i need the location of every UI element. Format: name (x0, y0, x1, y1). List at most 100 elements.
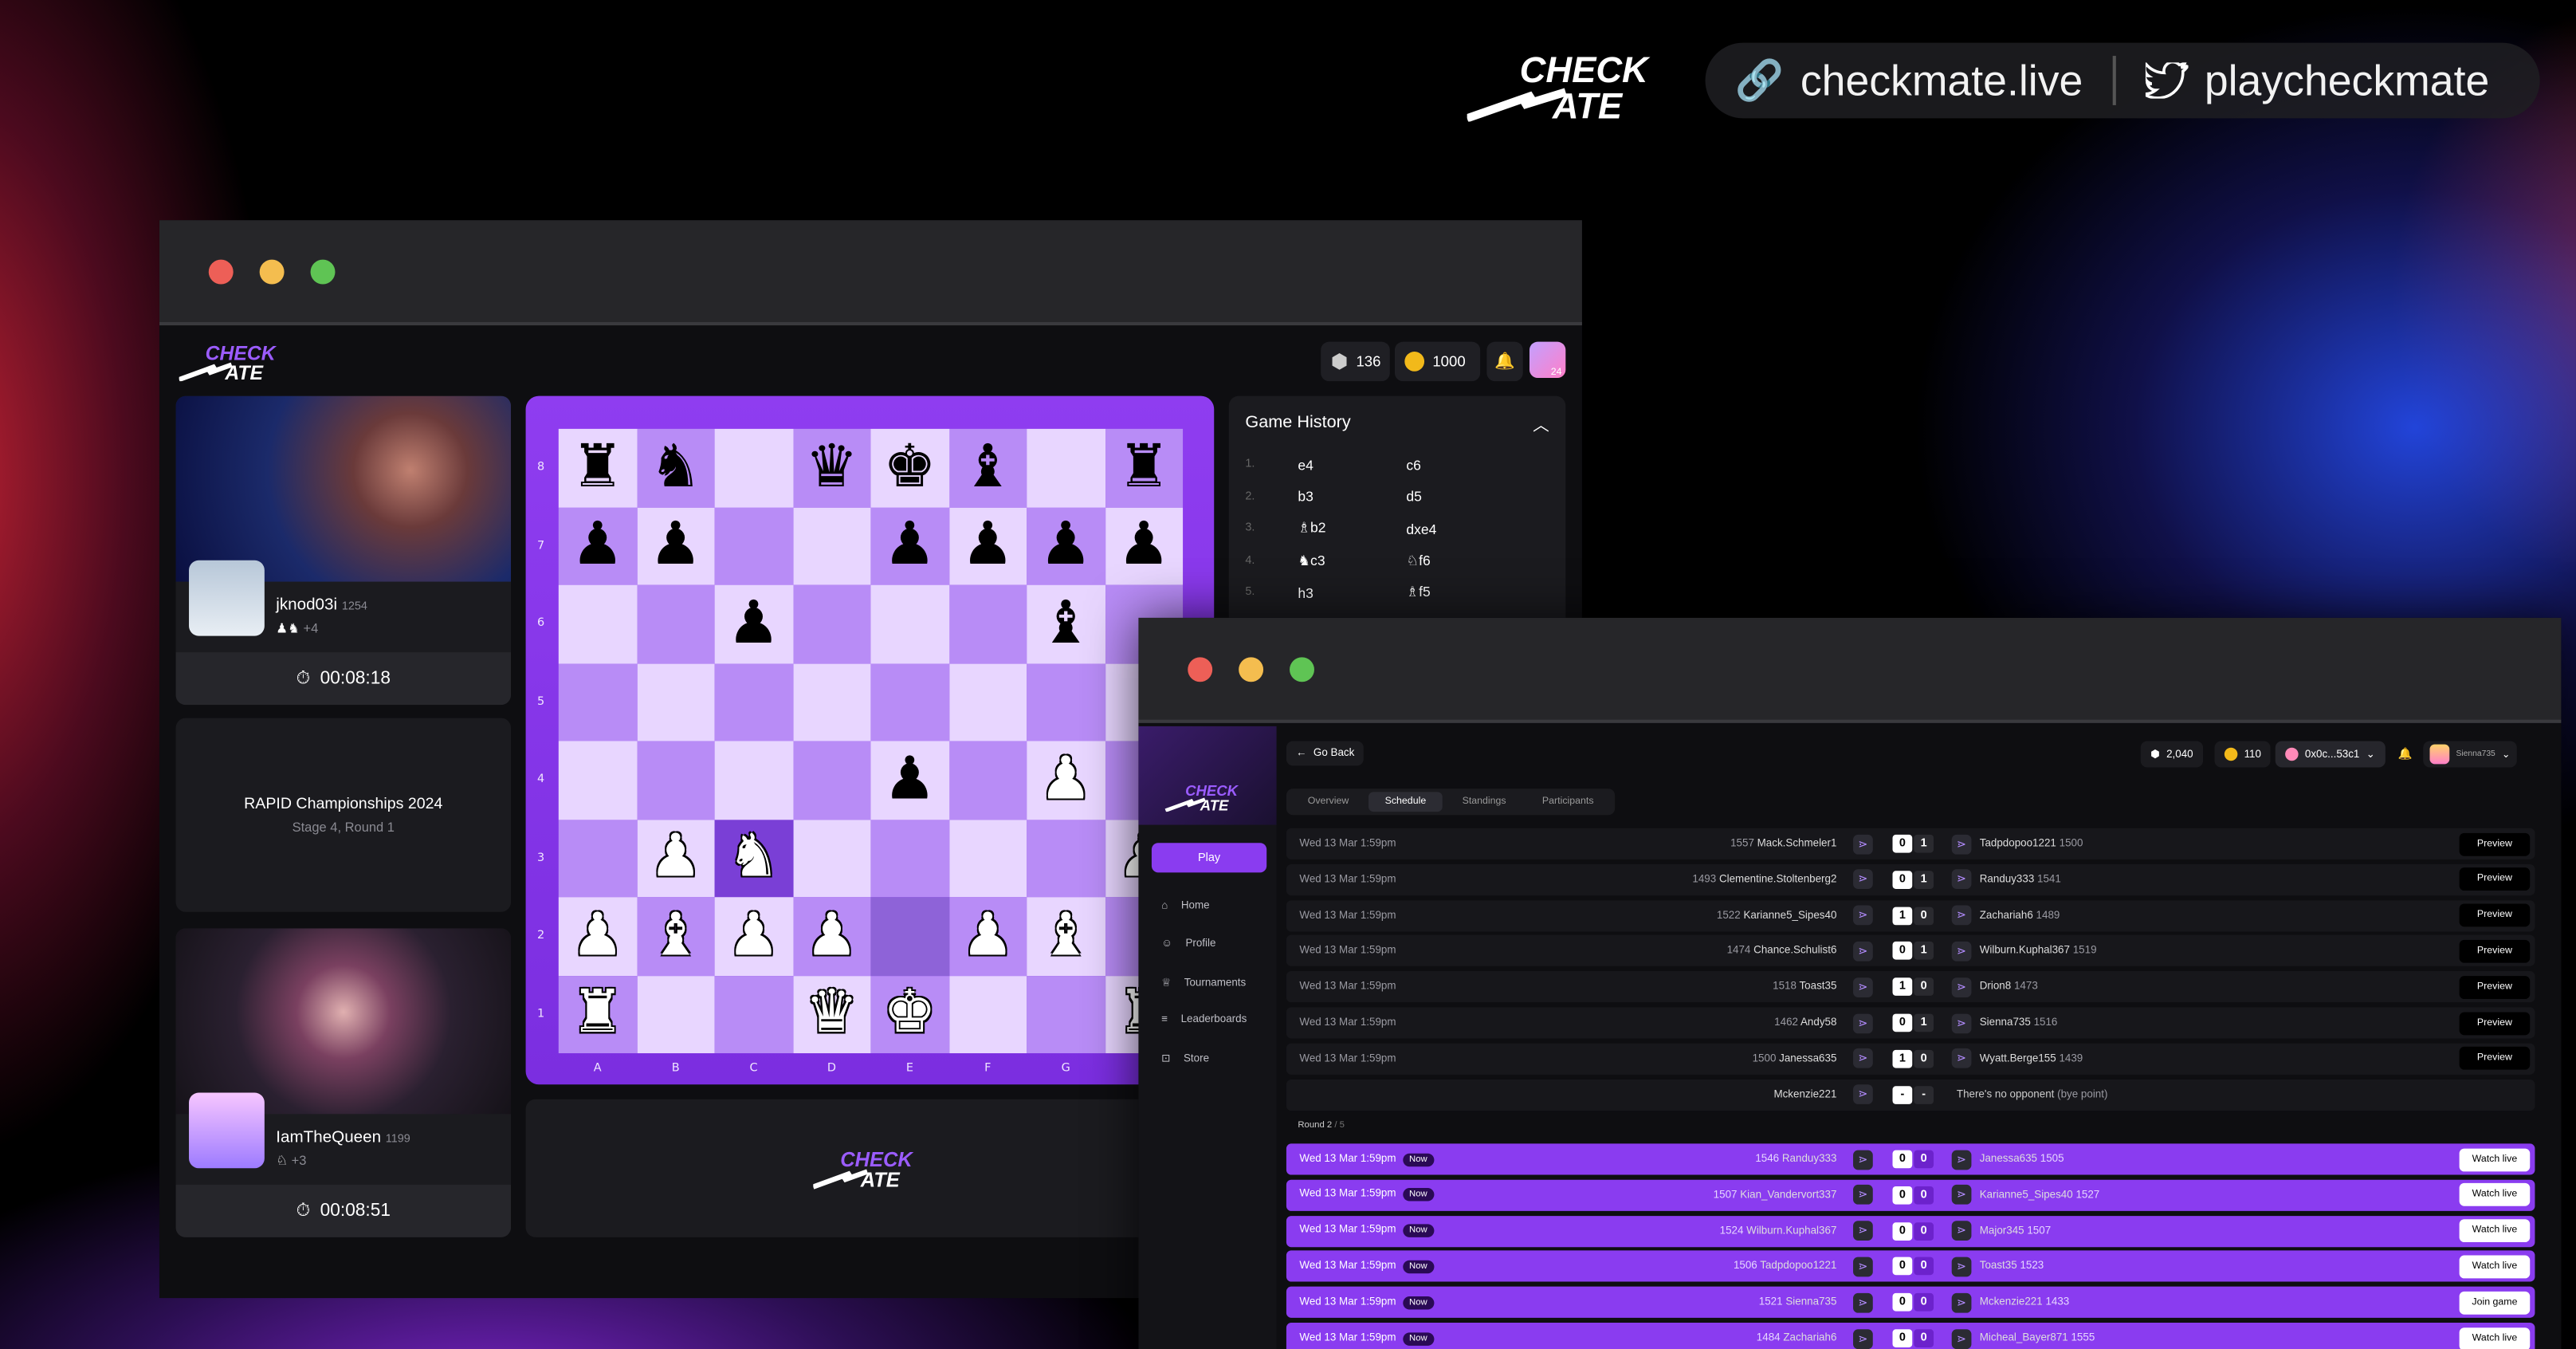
square-e8[interactable]: ♚ (870, 428, 949, 507)
square-a3[interactable]: 3 (537, 819, 637, 898)
white-pawn-icon[interactable]: ♟ (649, 828, 702, 887)
black-pawn-icon[interactable]: ♟ (649, 516, 702, 576)
square-a6[interactable]: 6 (537, 584, 637, 663)
square-b4[interactable] (636, 741, 715, 820)
black-bishop-icon[interactable]: ♝ (1039, 594, 1093, 654)
square-e3[interactable] (870, 819, 949, 898)
square-b2[interactable]: ♝ (636, 897, 715, 976)
website-link[interactable]: checkmate.live (1800, 55, 2083, 106)
preview-button[interactable]: Preview (2459, 939, 2531, 963)
tab-overview[interactable]: Overview (1291, 792, 1365, 812)
close-window-button[interactable] (1188, 656, 1213, 682)
square-d8[interactable]: ♛ (792, 428, 871, 507)
white-pawn-icon[interactable]: ♟ (1039, 749, 1093, 809)
square-b1[interactable]: B (636, 975, 715, 1074)
square-a4[interactable]: 4 (537, 741, 637, 820)
square-a1[interactable]: ♜ 1 A (537, 975, 637, 1074)
black-pawn-icon[interactable]: ♟ (727, 594, 780, 654)
square-g3[interactable] (1027, 819, 1105, 898)
tab-standings[interactable]: Standings (1446, 792, 1522, 812)
black-pawn-icon[interactable]: ♟ (883, 749, 937, 809)
preview-button[interactable]: Preview (2459, 903, 2531, 927)
user-menu[interactable]: Sienna735 ⌄ (2423, 741, 2517, 768)
move-row[interactable]: 2. b3 d5 (1229, 481, 1566, 513)
square-b7[interactable]: ♟ (636, 506, 715, 585)
square-c7[interactable] (714, 506, 793, 585)
black-queen-icon[interactable]: ♛ (805, 438, 858, 498)
square-d6[interactable] (792, 584, 871, 663)
square-a2[interactable]: ♟ 2 (537, 897, 637, 976)
square-c6[interactable]: ♟ (714, 584, 793, 663)
move-row[interactable]: 1. e4 c6 (1229, 449, 1566, 481)
square-f4[interactable] (948, 741, 1027, 820)
black-pawn-icon[interactable]: ♟ (1117, 516, 1171, 576)
square-c8[interactable] (714, 428, 793, 507)
square-c3[interactable]: ♞ (714, 819, 793, 898)
square-a5[interactable]: 5 (537, 663, 637, 741)
square-e2[interactable] (870, 897, 949, 976)
square-c2[interactable]: ♟ (714, 897, 793, 976)
bell-icon[interactable]: 🔔 (1486, 341, 1523, 382)
maximize-window-button[interactable] (310, 258, 336, 284)
square-h8[interactable]: ♜ (1105, 428, 1184, 507)
white-pawn-icon[interactable]: ♟ (961, 906, 1015, 966)
play-button[interactable]: Play (1151, 843, 1267, 873)
white-knight-icon[interactable]: ♞ (727, 828, 780, 887)
bell-icon[interactable]: 🔔 (2393, 741, 2417, 767)
watch-live-button[interactable]: Watch live (2459, 1255, 2531, 1279)
watch-live-button[interactable]: Watch live (2459, 1183, 2531, 1207)
preview-button[interactable]: Preview (2459, 1011, 2531, 1035)
square-e5[interactable] (870, 663, 949, 741)
square-f1[interactable]: F (948, 975, 1027, 1074)
square-d2[interactable]: ♟ (792, 897, 871, 976)
go-back-button[interactable]: ← Go Back (1286, 741, 1365, 766)
black-rook-icon[interactable]: ♜ (1117, 438, 1171, 498)
tournament-card[interactable]: RAPID Championships 2024 Stage 4, Round … (175, 718, 512, 912)
square-e4[interactable]: ♟ (870, 741, 949, 820)
square-b5[interactable] (636, 663, 715, 741)
white-king-icon[interactable]: ♚ (883, 984, 937, 1044)
square-d3[interactable] (792, 819, 871, 898)
move-row[interactable]: 5. h3 ♗f5 (1229, 576, 1566, 608)
close-window-button[interactable] (208, 258, 234, 284)
tab-participants[interactable]: Participants (1526, 792, 1610, 812)
black-pawn-icon[interactable]: ♟ (961, 516, 1015, 576)
square-h7[interactable]: ♟ (1105, 506, 1184, 585)
maximize-window-button[interactable] (1290, 656, 1314, 682)
square-g1[interactable]: G (1027, 975, 1105, 1074)
square-g2[interactable]: ♝ (1027, 897, 1105, 976)
sidebar-item-home[interactable]: ⌂ Home (1161, 900, 1209, 911)
square-f6[interactable] (948, 584, 1027, 663)
gems-balance[interactable]: ⬢ 2,040 (2140, 741, 2204, 768)
square-c4[interactable] (714, 741, 793, 820)
square-b6[interactable] (636, 584, 715, 663)
app-logo[interactable]: CHECK ATE (1164, 782, 1250, 812)
square-e6[interactable] (870, 584, 949, 663)
square-b8[interactable]: ♞ (636, 428, 715, 507)
preview-button[interactable]: Preview (2459, 867, 2531, 891)
square-c1[interactable]: C (714, 975, 793, 1074)
minimize-window-button[interactable] (1239, 656, 1264, 682)
square-f2[interactable]: ♟ (948, 897, 1027, 976)
white-bishop-icon[interactable]: ♝ (1039, 906, 1093, 966)
black-knight-icon[interactable]: ♞ (649, 438, 702, 498)
watch-live-button[interactable]: Watch live (2459, 1327, 2531, 1349)
coins-balance[interactable]: 1000 (1394, 341, 1481, 382)
coins-balance[interactable]: 110 (2214, 741, 2272, 768)
sidebar-item-tournaments[interactable]: ♕ Tournaments (1161, 976, 1246, 989)
move-row[interactable]: 3. ♗b2 dxe4 (1229, 513, 1566, 545)
sidebar-item-store[interactable]: ⊡ Store (1161, 1052, 1209, 1064)
wallet-selector[interactable]: 0x0c...53c1 ⌄ (2275, 741, 2386, 768)
white-pawn-icon[interactable]: ♟ (805, 906, 858, 966)
gems-balance[interactable]: ⬢ 136 (1321, 341, 1390, 382)
square-d7[interactable] (792, 506, 871, 585)
chessboard[interactable]: ♜8♞♛♚♝♜♟7♟♟♟♟♟6♟♝54♟♟3♟♞♟♟2♝♟♟♟♝♜1ABC♛D♚… (537, 428, 1184, 1074)
white-pawn-icon[interactable]: ♟ (727, 906, 780, 966)
square-g7[interactable]: ♟ (1027, 506, 1105, 585)
tab-schedule[interactable]: Schedule (1368, 792, 1443, 812)
app-logo[interactable]: CHECK ATE (179, 342, 291, 382)
white-pawn-icon[interactable]: ♟ (571, 906, 624, 966)
black-pawn-icon[interactable]: ♟ (1039, 516, 1093, 576)
square-g4[interactable]: ♟ (1027, 741, 1105, 820)
square-d5[interactable] (792, 663, 871, 741)
